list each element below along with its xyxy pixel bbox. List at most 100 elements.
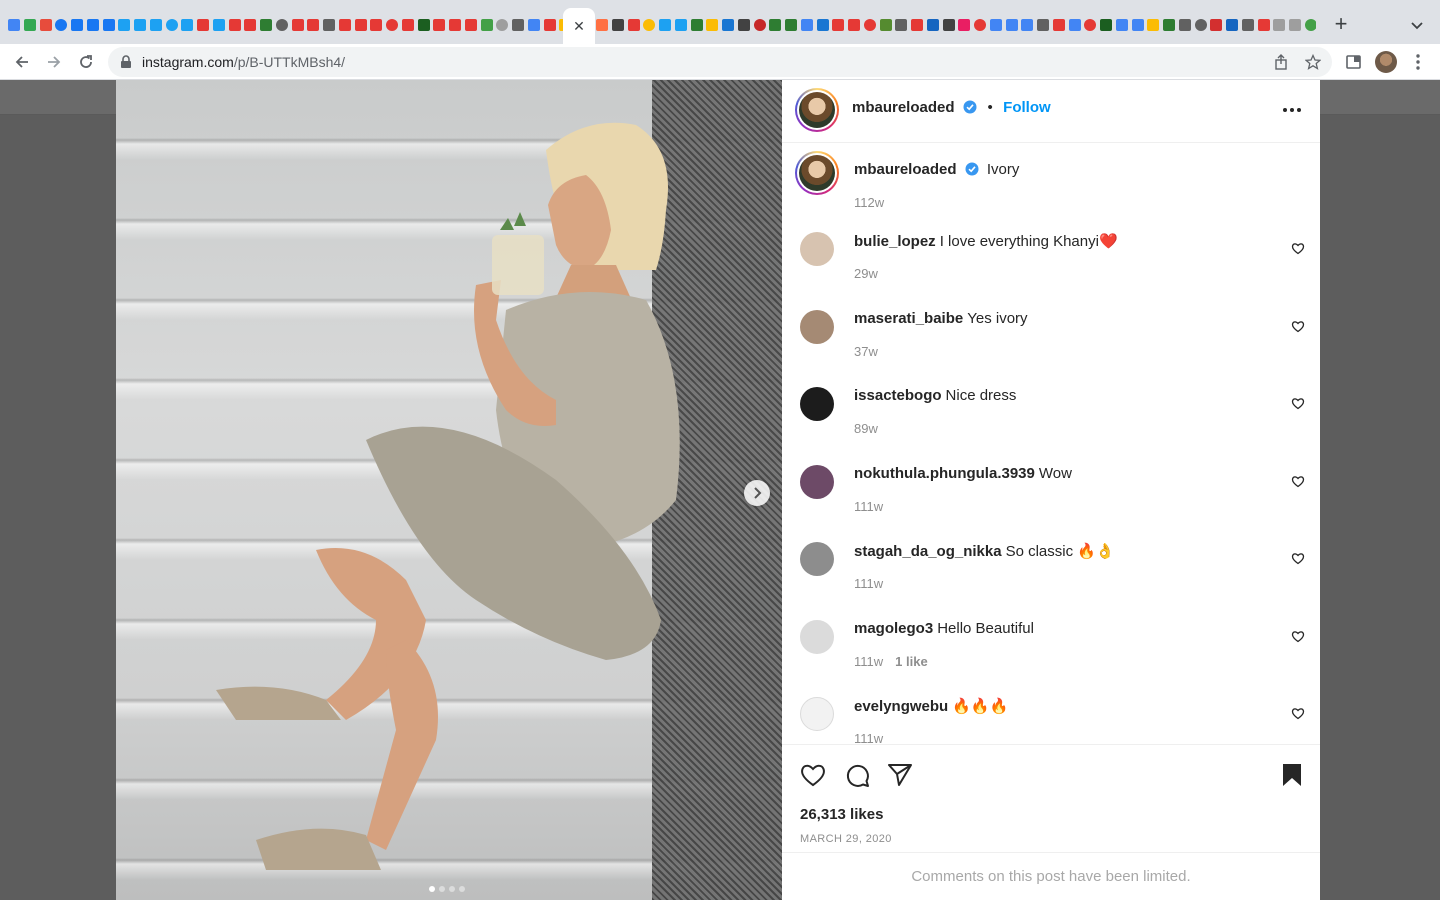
tab-favicon[interactable]	[149, 19, 162, 31]
tab-favicon[interactable]	[228, 19, 241, 31]
url-text[interactable]: instagram.com/p/B-UTTkMBsh4/	[142, 54, 345, 70]
comment-username[interactable]: stagah_da_og_nikka	[854, 543, 1002, 560]
share-plane-icon[interactable]	[886, 761, 914, 789]
tab-favicon[interactable]	[926, 19, 939, 31]
tab-favicon[interactable]	[275, 19, 288, 31]
heart-icon[interactable]	[1291, 629, 1305, 643]
tab-favicon[interactable]	[386, 19, 398, 31]
tab-favicon[interactable]	[401, 19, 414, 31]
tab-favicon[interactable]	[643, 19, 656, 31]
tab-favicon[interactable]	[674, 19, 687, 31]
tab-favicon[interactable]	[1068, 19, 1081, 31]
tab-favicon[interactable]	[1178, 19, 1191, 31]
extensions-icon[interactable]	[1340, 48, 1368, 76]
tab-favicon[interactable]	[1100, 19, 1112, 31]
tab-favicon[interactable]	[71, 19, 83, 31]
tab-favicon[interactable]	[23, 19, 36, 31]
tab-favicon[interactable]	[863, 19, 876, 31]
tab-favicon[interactable]	[354, 19, 367, 31]
tab-favicon[interactable]	[338, 19, 351, 31]
tab-favicon[interactable]	[244, 19, 257, 31]
commenter-avatar[interactable]	[800, 387, 834, 421]
bookmark-icon[interactable]	[1278, 761, 1306, 789]
lock-icon[interactable]	[120, 55, 132, 74]
forward-arrow-icon[interactable]	[40, 48, 68, 76]
share-icon[interactable]	[1272, 53, 1290, 71]
comment-username[interactable]: magolego3	[854, 620, 933, 637]
likes-count[interactable]: 26,313 likes	[800, 806, 883, 823]
comment-username[interactable]: evelyngwebu	[854, 698, 948, 715]
tab-favicon[interactable]	[706, 19, 719, 31]
tab-favicon[interactable]	[1289, 19, 1301, 31]
tab-favicon[interactable]	[480, 19, 493, 31]
tab-favicon[interactable]	[1037, 19, 1049, 31]
tab-favicon[interactable]	[370, 19, 383, 31]
new-tab-button[interactable]: +	[1329, 12, 1353, 36]
tab-favicon[interactable]	[134, 19, 146, 31]
comment-username[interactable]: nokuthula.phungula.3939	[854, 465, 1035, 482]
tab-favicon[interactable]	[942, 19, 955, 31]
tab-favicon[interactable]	[543, 19, 556, 31]
tab-favicon[interactable]	[260, 19, 272, 31]
tab-favicon[interactable]	[989, 19, 1002, 31]
tab-favicon[interactable]	[527, 19, 540, 31]
author-username[interactable]: mbaureloaded	[852, 99, 955, 116]
commenter-avatar[interactable]	[800, 697, 834, 731]
reload-icon[interactable]	[72, 48, 100, 76]
tab-favicon[interactable]	[86, 19, 99, 31]
tab-favicon[interactable]	[55, 19, 68, 31]
back-arrow-icon[interactable]	[8, 48, 36, 76]
tab-favicon[interactable]	[496, 19, 509, 31]
tab-favicon[interactable]	[512, 19, 524, 31]
tab-favicon[interactable]	[39, 19, 52, 31]
tab-favicon[interactable]	[1115, 19, 1128, 31]
tab-favicon[interactable]	[769, 19, 782, 31]
tab-favicon[interactable]	[8, 19, 20, 31]
post-photo[interactable]	[116, 80, 782, 900]
tab-favicon[interactable]	[417, 19, 430, 31]
tab-favicon[interactable]	[118, 19, 131, 31]
tab-favicon[interactable]	[1241, 19, 1254, 31]
author-avatar[interactable]	[795, 88, 839, 132]
tab-favicon[interactable]	[1304, 19, 1316, 31]
commenter-avatar[interactable]	[800, 309, 834, 344]
tab-favicons-right[interactable]	[596, 15, 1316, 35]
heart-icon[interactable]	[1291, 319, 1305, 333]
tab-favicon[interactable]	[307, 19, 320, 31]
tab-favicon[interactable]	[800, 19, 813, 31]
tab-favicon[interactable]	[911, 19, 923, 31]
commenter-avatar[interactable]	[800, 464, 834, 499]
tab-favicon[interactable]	[848, 19, 860, 31]
tab-favicon[interactable]	[464, 19, 477, 31]
tab-search-chevron-icon[interactable]	[1406, 14, 1428, 36]
comment-username[interactable]: maserati_baibe	[854, 310, 963, 327]
tab-favicon[interactable]	[737, 19, 750, 31]
commenter-avatar[interactable]	[800, 232, 834, 266]
profile-avatar[interactable]	[1372, 48, 1400, 76]
tab-favicon[interactable]	[181, 19, 194, 31]
tab-favicon[interactable]	[433, 19, 446, 31]
comment-username[interactable]: bulie_lopez	[854, 233, 936, 250]
tab-favicon[interactable]	[974, 19, 986, 31]
tab-favicon[interactable]	[611, 19, 624, 31]
heart-icon[interactable]	[1291, 706, 1305, 720]
active-tab[interactable]: ✕	[563, 8, 595, 44]
heart-icon[interactable]	[1291, 241, 1305, 255]
star-icon[interactable]	[1304, 53, 1322, 71]
tab-favicon[interactable]	[722, 19, 734, 31]
tab-favicon[interactable]	[832, 19, 845, 31]
tab-favicon[interactable]	[212, 19, 225, 31]
tab-favicon[interactable]	[102, 19, 115, 31]
more-options-icon[interactable]	[1280, 100, 1304, 120]
tab-favicon[interactable]	[165, 19, 178, 31]
comments-list[interactable]: mbaureloaded Ivory 112w bulie_lopez I lov…	[782, 143, 1320, 744]
comment-username[interactable]: issactebogo	[854, 387, 942, 404]
tab-favicon[interactable]	[1021, 19, 1034, 31]
tab-favicon[interactable]	[1084, 19, 1097, 31]
tab-favicon[interactable]	[785, 19, 797, 31]
tab-favicon[interactable]	[958, 19, 971, 31]
tab-favicon[interactable]	[1052, 19, 1065, 31]
tab-favicon[interactable]	[596, 19, 608, 31]
tab-favicon[interactable]	[627, 19, 640, 31]
tab-favicon[interactable]	[1147, 19, 1160, 31]
